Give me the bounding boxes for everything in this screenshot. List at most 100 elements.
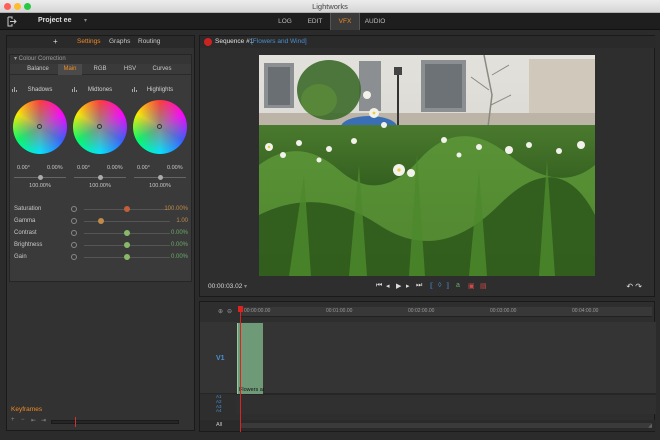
ruler-tick: 00:04:00.00 [572,308,599,314]
gamma-row: Gamma 1.00 [14,217,190,227]
midtones-colour-wheel[interactable] [73,100,127,154]
exit-project-icon[interactable] [6,16,17,27]
mark-out-icon[interactable]: ⟧ [446,282,449,290]
record-icon[interactable] [204,38,212,46]
tab-audio[interactable]: AUDIO [360,13,390,30]
param-value[interactable]: 100.00% [164,206,188,212]
highlights-colour-wheel[interactable] [133,100,187,154]
reset-icon[interactable] [71,206,77,212]
all-tracks-row: All [200,420,656,431]
param-value[interactable]: 0.00% [171,242,188,248]
param-value[interactable]: 0.00% [171,230,188,236]
step-forward-icon[interactable]: ▸ [406,282,410,290]
all-tracks-bar[interactable] [240,423,652,428]
param-knob[interactable] [124,254,130,260]
wheel-angle: 0.00° [77,165,90,171]
audio-toggle-icon[interactable]: a [456,282,460,289]
param-label: Saturation [14,206,42,212]
video-frame[interactable] [259,55,595,276]
play-icon[interactable]: ▶ [396,282,401,290]
param-knob[interactable] [124,206,130,212]
param-label: Contrast [14,230,37,236]
wheel-level-knob[interactable] [37,175,43,180]
undo-redo-icons[interactable]: ↶ ↷ [626,282,642,291]
timeline-ruler[interactable]: 00:00:00.00 00:01:00.00 00:02:00.00 00:0… [240,307,652,317]
param-slider[interactable] [84,221,170,222]
window-title: Lightworks [312,2,348,11]
param-label: Gain [14,254,27,260]
ruler-tick: 00:01:00.00 [326,308,353,314]
reset-icon[interactable] [71,242,77,248]
wheel-level-knob[interactable] [157,175,163,180]
wheel-handle[interactable] [37,124,42,129]
project-name[interactable]: Project ee [38,17,71,24]
wheel-level-knob[interactable] [97,175,103,180]
colour-correction-header[interactable]: ▾ Colour Correction [10,55,191,64]
wheel-handle[interactable] [157,124,162,129]
tab-main[interactable]: Main [58,64,82,75]
step-back-icon[interactable]: ◂ [386,282,390,290]
sequence-name: Sequence #1 [215,38,254,45]
wheel-amount: 0.00% [167,165,183,171]
tab-graphs[interactable]: Graphs [109,38,130,45]
add-effect-button[interactable]: + [53,37,58,46]
go-to-start-icon[interactable]: ⏮ [376,282,382,290]
prev-keyframe-button[interactable]: ⇤ [31,417,36,424]
saturation-row: Saturation 100.00% [14,205,190,215]
keyframe-track[interactable] [51,420,179,424]
audio-track-labels: A1 A2 A3 A4 [216,394,222,414]
wheel-title: Shadows [27,87,53,93]
timeline-playhead[interactable] [238,306,243,432]
timeline-panel: ⊕ ⊖ 00:00:00.00 00:01:00.00 00:02:00.00 … [199,301,656,432]
param-value[interactable]: 0.00% [171,254,188,260]
reset-icon[interactable] [71,230,77,236]
track-label-a4[interactable]: A4 [216,409,222,414]
param-knob[interactable] [98,218,105,224]
resize-grip-icon[interactable]: ◢ [648,423,652,429]
param-value[interactable]: 1.00 [176,218,188,224]
tab-log[interactable]: LOG [270,13,300,30]
tab-edit[interactable]: EDIT [300,13,330,30]
colour-correction-panel: ▾ Colour Correction Balance Main RGB HSV… [9,54,192,282]
track-label-v1[interactable]: V1 [216,355,225,362]
tab-balance[interactable]: Balance [22,64,54,75]
viewer-panel: Sequence #1 [Flowers and Wind] 00:00:03.… [199,35,656,297]
zoom-in-icon[interactable]: ⊕ [218,308,223,315]
effects-panel-tabs: + Settings Graphs Routing [7,36,194,48]
wheel-level: 100.00% [149,183,171,189]
audio-tracks-area[interactable] [236,394,656,414]
mark-clip-icon[interactable]: ◊ [438,282,441,289]
next-keyframe-button[interactable]: ⇥ [41,417,46,424]
room-tabs: LOG EDIT VFX AUDIO [270,13,390,30]
shadows-colour-wheel[interactable] [13,100,67,154]
sequence-clip-name: [Flowers and Wind] [251,38,307,45]
mark-in-icon[interactable]: ⟦ [430,282,433,290]
replace-icon[interactable]: ▤ [480,282,487,290]
timecode[interactable]: 00:00:03.02 [208,283,242,290]
track-label-all[interactable]: All [216,422,222,428]
ruler-tick: 00:03:00.00 [490,308,517,314]
remove-keyframe-button[interactable]: − [21,417,25,423]
playhead-handle[interactable] [238,306,243,312]
tab-vfx[interactable]: VFX [330,13,360,30]
keyframe-playhead[interactable] [75,417,76,427]
zoom-out-icon[interactable]: ⊖ [227,308,232,315]
wheel-level: 100.00% [89,183,111,189]
insert-icon[interactable]: ▣ [468,282,475,290]
tab-settings[interactable]: Settings [77,38,101,45]
wheel-handle[interactable] [97,124,102,129]
tab-routing[interactable]: Routing [138,38,160,45]
midtones-wheel-group: Midtones 0.00° 0.00% 100.00% [70,79,130,199]
add-keyframe-button[interactable]: + [11,417,15,423]
param-knob[interactable] [124,230,130,236]
reset-icon[interactable] [71,218,77,224]
reset-icon[interactable] [71,254,77,260]
param-knob[interactable] [124,242,130,248]
tab-curves[interactable]: Curves [146,64,178,75]
tab-rgb[interactable]: RGB [88,64,112,75]
highlights-wheel-group: Highlights 0.00° 0.00% 100.00% [130,79,190,199]
tab-hsv[interactable]: HSV [118,64,142,75]
chevron-down-icon[interactable]: ▾ [84,17,87,24]
go-to-end-icon[interactable]: ⏭ [416,282,422,290]
chevron-down-icon[interactable]: ▾ [244,283,247,290]
